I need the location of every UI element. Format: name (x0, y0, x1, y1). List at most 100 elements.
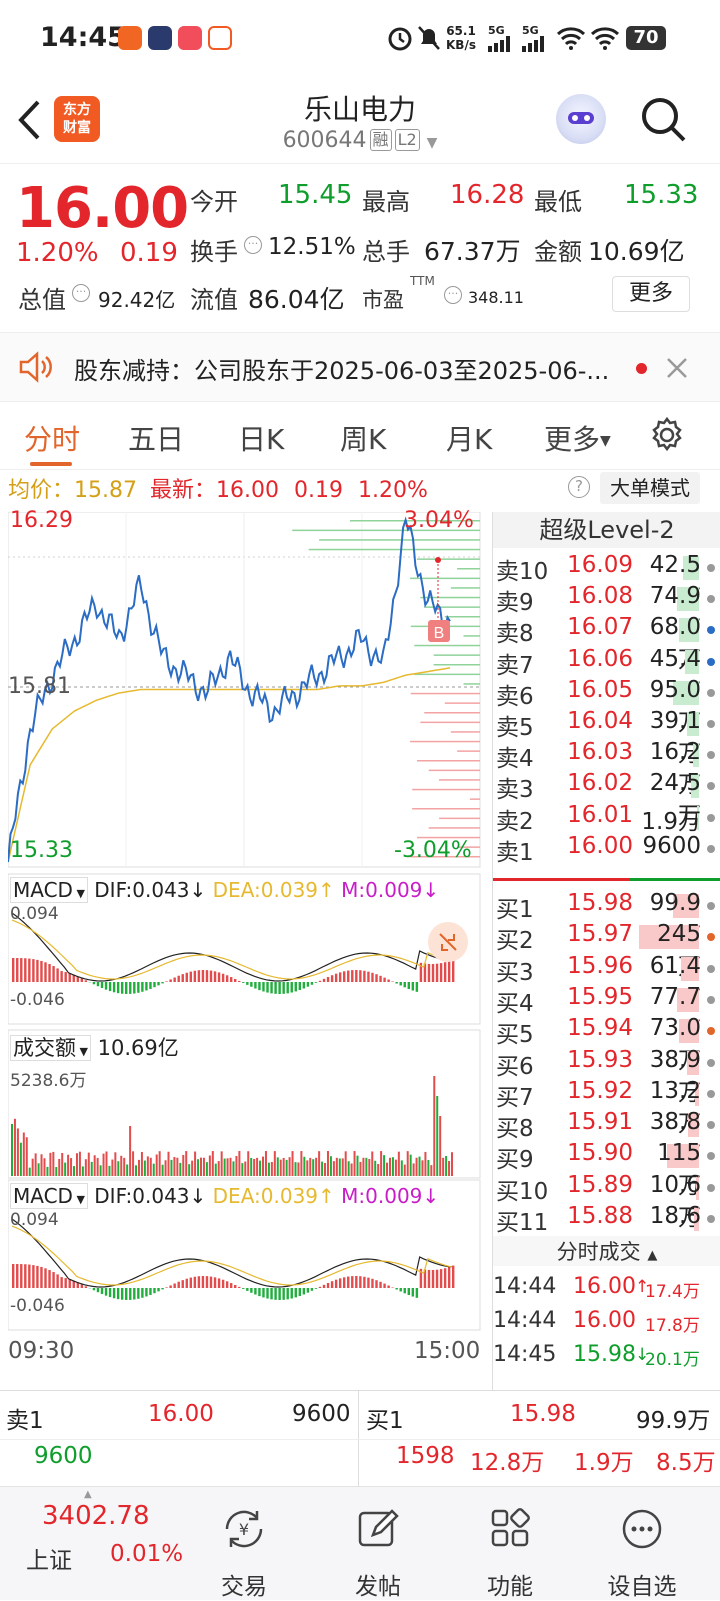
ask-row[interactable]: 卖216.011.9万 (493, 802, 720, 834)
macd-bar (36, 1266, 38, 1288)
bid-row[interactable]: 买915.90115万 (493, 1140, 720, 1172)
macd-bar (266, 982, 268, 993)
robot-assistant-icon[interactable] (556, 94, 606, 144)
notice-bar[interactable]: 股东减持：公司股东于2025-06-03至2025-06-... (0, 332, 720, 402)
tab-daily-k[interactable]: 日K (238, 418, 284, 458)
bid-row[interactable]: 买1015.8910.6万 (493, 1172, 720, 1204)
bid-row[interactable]: 买615.9338.9万 (493, 1047, 720, 1079)
ask-price: 16.06 (555, 646, 633, 672)
bid-row[interactable]: 买315.9661.4万 (493, 953, 720, 985)
tab-monthly-k[interactable]: 月K (446, 418, 492, 458)
ask-row[interactable]: 卖316.0224.5万 (493, 770, 720, 802)
nav-post[interactable]: 发帖 (328, 1507, 428, 1601)
volume-bar (82, 1166, 84, 1176)
bid-row[interactable]: 买1115.8818.6万 (493, 1203, 720, 1235)
macd-2-bottom-value: -0.046 (10, 1296, 65, 1316)
macd-bar (81, 1284, 83, 1288)
volume-selector[interactable]: 成交额 ▼ (10, 1035, 91, 1061)
macd-bar (133, 982, 135, 994)
macd-bar (157, 982, 159, 985)
ask-row[interactable]: 卖1016.0942.5万 (493, 552, 720, 584)
bid-status-dot (707, 965, 715, 973)
pe-value: 348.11 (468, 288, 524, 307)
nav-add-watchlist[interactable]: 设自选 (592, 1507, 692, 1601)
depth-bar (424, 712, 480, 714)
macd-bar (182, 974, 184, 982)
index-widget[interactable]: ▲ 3402.78 上证 0.01% (0, 1487, 200, 1601)
ask-row[interactable]: 卖916.0874.9万 (493, 583, 720, 615)
tab-more-label: 更多 (544, 423, 600, 456)
ask-row[interactable]: 卖716.0645.4万 (493, 646, 720, 678)
quote-ticker: 卖1 16.00 9600 买1 15.98 99.9万 9600 1598 1… (0, 1390, 720, 1486)
macd-1-selector[interactable]: MACD ▼ (10, 877, 88, 903)
macd-bar (448, 961, 450, 982)
bid-row[interactable]: 买415.9577.7万 (493, 984, 720, 1016)
latest-pct: 1.20% (358, 478, 428, 503)
ask-row[interactable]: 卖416.0316.2万 (493, 739, 720, 771)
large-order-mode-button[interactable]: 大单模式 (600, 472, 700, 504)
macd-bar (222, 974, 224, 982)
macd-1-dea: DEA:0.039 (213, 878, 318, 902)
ask-price: 16.04 (555, 708, 633, 734)
ask-row[interactable]: 卖516.0439.1万 (493, 708, 720, 740)
tab-more[interactable]: 更多▼ (544, 418, 611, 458)
macd-2-selector[interactable]: MACD ▼ (10, 1183, 88, 1209)
mktcap-info-icon[interactable]: ··· (72, 284, 90, 302)
tab-five-day[interactable]: 五日 (128, 418, 184, 458)
avg-value: 15.87 (74, 478, 137, 503)
ticks-header[interactable]: 分时成交 ▲ (493, 1236, 720, 1266)
y-axis-mid: 15.81 (8, 674, 71, 699)
search-icon[interactable] (640, 96, 688, 144)
macd-bar (178, 976, 180, 982)
macd-bar (129, 1288, 131, 1300)
status-time: 14:45 (40, 22, 126, 53)
macd-bar (291, 1288, 293, 1299)
volume-bar (300, 1151, 302, 1176)
macd-bar (97, 982, 99, 986)
bid-row[interactable]: 买815.9138.8万 (493, 1109, 720, 1141)
float-label: 流值 (190, 280, 238, 315)
latest-change: 0.19 (294, 478, 343, 503)
volume-bar (413, 1163, 415, 1176)
macd-bar (190, 1278, 192, 1288)
bid-level-label: 买4 (496, 984, 534, 1018)
tab-weekly-k[interactable]: 周K (340, 418, 386, 458)
depth-bar (411, 693, 480, 695)
help-icon[interactable]: ? (568, 476, 590, 498)
bid-row[interactable]: 买115.9899.9万 (493, 890, 720, 922)
tab-intraday[interactable]: 分时 (24, 418, 80, 458)
nav-trade[interactable]: ¥ 交易 (194, 1507, 294, 1601)
intraday-chart[interactable]: B 16.29 15.81 15.33 3.04% -3.04% MACD ▼ … (8, 512, 490, 1390)
settings-gear-icon[interactable] (648, 416, 686, 454)
macd-bar (387, 1286, 389, 1288)
bid-row[interactable]: 买515.9473.0万 (493, 1015, 720, 1047)
pe-info-icon[interactable]: ··· (444, 286, 462, 304)
macd-bar (218, 1278, 220, 1288)
ask-row[interactable]: 卖616.0595.0万 (493, 677, 720, 709)
ask-row[interactable]: 卖816.0768.0万 (493, 614, 720, 646)
macd-2-dif: DIF:0.043 (94, 1184, 189, 1208)
macd-bar (282, 982, 284, 994)
macd-bar (173, 1284, 175, 1288)
stock-code-line[interactable]: 600644融L2 ▼ (0, 128, 720, 153)
ticker-sell1-label: 卖1 (6, 1401, 44, 1435)
volume-bar (439, 1116, 441, 1176)
macd-bar (24, 1264, 26, 1288)
volume-bar (191, 1161, 193, 1176)
volume-caret-icon: ▼ (76, 1045, 88, 1058)
level2-header[interactable]: 超级Level-2 (493, 512, 720, 548)
tick-volume: 17.4万 (645, 1277, 700, 1302)
bid-status-dot (707, 902, 715, 910)
macd-bar (121, 1288, 123, 1300)
turnover-info-icon[interactable]: ··· (244, 236, 262, 254)
bid-status-dot (707, 1184, 715, 1192)
macd-bar (452, 960, 454, 982)
nav-functions[interactable]: 功能 (460, 1507, 560, 1601)
more-button[interactable]: 更多 (612, 276, 690, 312)
volume-bar (67, 1155, 69, 1176)
macd-bar (153, 982, 155, 987)
bid-row[interactable]: 买215.97245万 (493, 921, 720, 953)
close-icon[interactable] (666, 357, 688, 379)
bid-row[interactable]: 买715.9213.2万 (493, 1078, 720, 1110)
ask-row[interactable]: 卖116.009600 (493, 833, 720, 865)
